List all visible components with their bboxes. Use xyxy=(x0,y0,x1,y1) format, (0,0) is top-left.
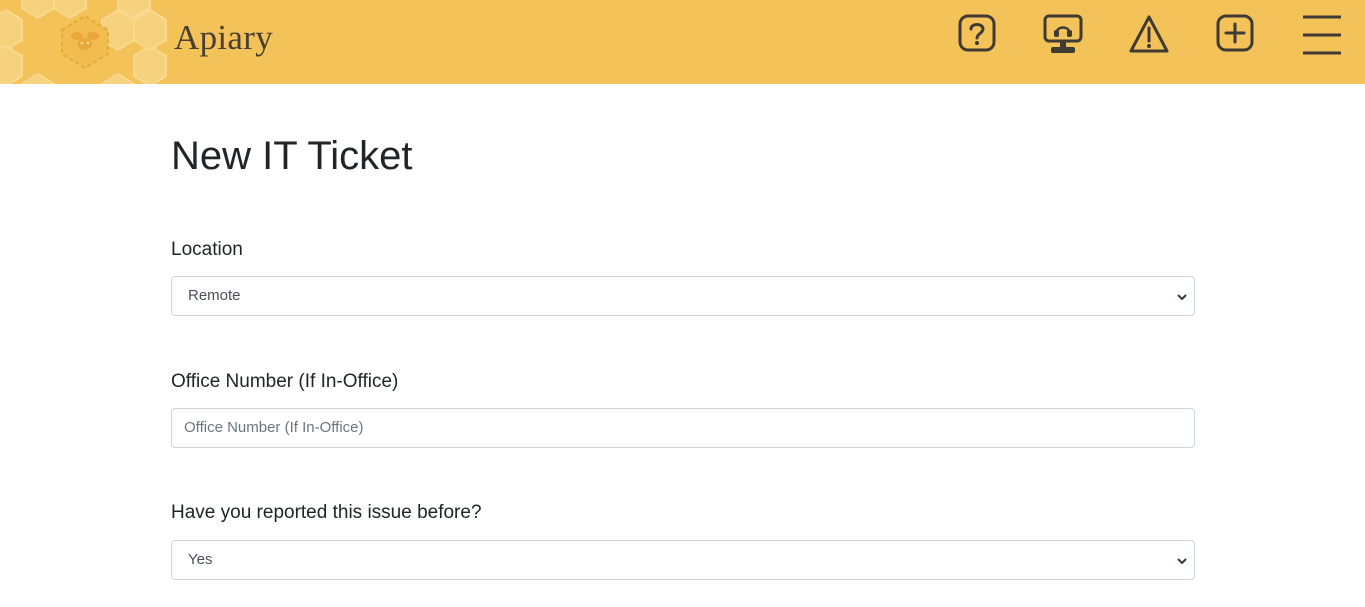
honeycomb-logo-icon xyxy=(0,0,167,84)
page-title: New IT Ticket xyxy=(171,134,413,178)
warning-icon[interactable] xyxy=(1125,10,1173,58)
location-label: Location xyxy=(171,239,243,260)
location-select[interactable]: Remote xyxy=(171,276,1195,316)
chevron-down-icon xyxy=(1177,558,1187,565)
menu-icon[interactable] xyxy=(1297,10,1345,58)
office-number-field xyxy=(171,408,1195,448)
add-icon[interactable] xyxy=(1211,10,1259,58)
app-brand[interactable]: Apiary xyxy=(174,18,273,58)
office-number-input[interactable] xyxy=(184,409,1174,445)
reported-before-label: Have you reported this issue before? xyxy=(171,502,482,523)
help-icon[interactable] xyxy=(953,10,1001,58)
location-selected-value: Remote xyxy=(188,287,241,304)
reported-before-select[interactable]: Yes xyxy=(171,540,1195,580)
office-number-label: Office Number (If In-Office) xyxy=(171,371,399,392)
support-monitor-icon[interactable] xyxy=(1039,10,1087,58)
top-navbar: Apiary xyxy=(0,0,1365,84)
reported-before-selected-value: Yes xyxy=(188,551,213,568)
chevron-down-icon xyxy=(1177,294,1187,301)
